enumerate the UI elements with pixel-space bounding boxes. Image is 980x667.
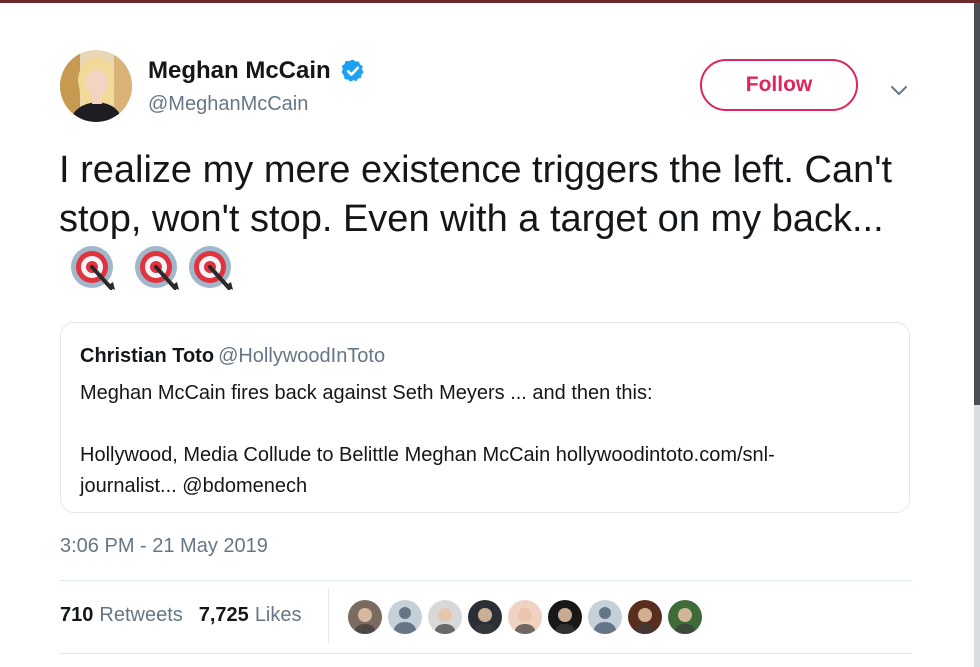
liker-avatar-4[interactable] — [466, 598, 504, 636]
likes-stat[interactable]: 7,725 Likes — [199, 604, 302, 627]
window-right-edge-lower — [974, 405, 980, 667]
author-handle[interactable]: @MeghanMcCain — [148, 93, 308, 116]
direct-hit-icon — [71, 246, 115, 290]
divider — [60, 653, 912, 654]
liker-avatars — [346, 598, 706, 636]
tweet-text-content: I realize my mere existence triggers the… — [59, 149, 893, 240]
liker-avatar-1[interactable] — [346, 598, 384, 636]
quoted-text-line: Meghan McCain fires back against Seth Me… — [80, 382, 653, 404]
liker-avatar-8[interactable] — [626, 598, 664, 636]
tweet-timestamp[interactable]: 3:06 PM - 21 May 2019 — [60, 535, 268, 558]
stats-separator — [328, 589, 329, 643]
liker-avatar-3[interactable] — [426, 598, 464, 636]
direct-hit-icon — [189, 246, 233, 290]
quoted-tweet-body: Meghan McCain fires back against Seth Me… — [80, 378, 890, 502]
retweets-stat[interactable]: 710 Retweets — [60, 604, 183, 627]
follow-button[interactable]: Follow — [700, 59, 858, 111]
quoted-text-line: Hollywood, Media Collude to Belittle Meg… — [80, 444, 775, 466]
tweet-stats: 710 Retweets 7,725 Likes — [60, 604, 302, 627]
profile-avatar[interactable] — [60, 50, 132, 122]
liker-avatar-6[interactable] — [546, 598, 584, 636]
author-name[interactable]: Meghan McCain — [148, 57, 331, 85]
quoted-tweet[interactable]: Christian Toto @HollywoodInToto Meghan Mc… — [60, 322, 910, 513]
quoted-author-name: Christian Toto — [80, 345, 215, 367]
retweets-label: Retweets — [99, 604, 183, 626]
default-avatar[interactable] — [586, 598, 624, 636]
retweets-count: 710 — [60, 604, 94, 626]
quoted-text-line: journalist... @bdomenech — [80, 475, 308, 497]
default-avatar[interactable] — [386, 598, 424, 636]
quoted-text-spacer — [80, 409, 890, 440]
liker-avatar-5[interactable] — [506, 598, 544, 636]
direct-hit-icon — [135, 246, 179, 290]
tweet-card: Meghan McCain @MeghanMcCain Follow I rea… — [0, 3, 974, 667]
likes-label: Likes — [254, 604, 302, 626]
quoted-tweet-header: Christian Toto @HollywoodInToto — [80, 345, 385, 368]
verified-badge-icon — [341, 59, 364, 82]
likes-count: 7,725 — [198, 604, 249, 626]
author-name-row: Meghan McCain — [148, 57, 366, 85]
tweet-text: I realize my mere existence triggers the… — [59, 146, 939, 295]
chevron-down-icon[interactable] — [888, 79, 910, 101]
quoted-author-handle: @HollywoodInToto — [218, 345, 386, 367]
divider — [60, 580, 912, 581]
liker-avatar-9[interactable] — [666, 598, 704, 636]
